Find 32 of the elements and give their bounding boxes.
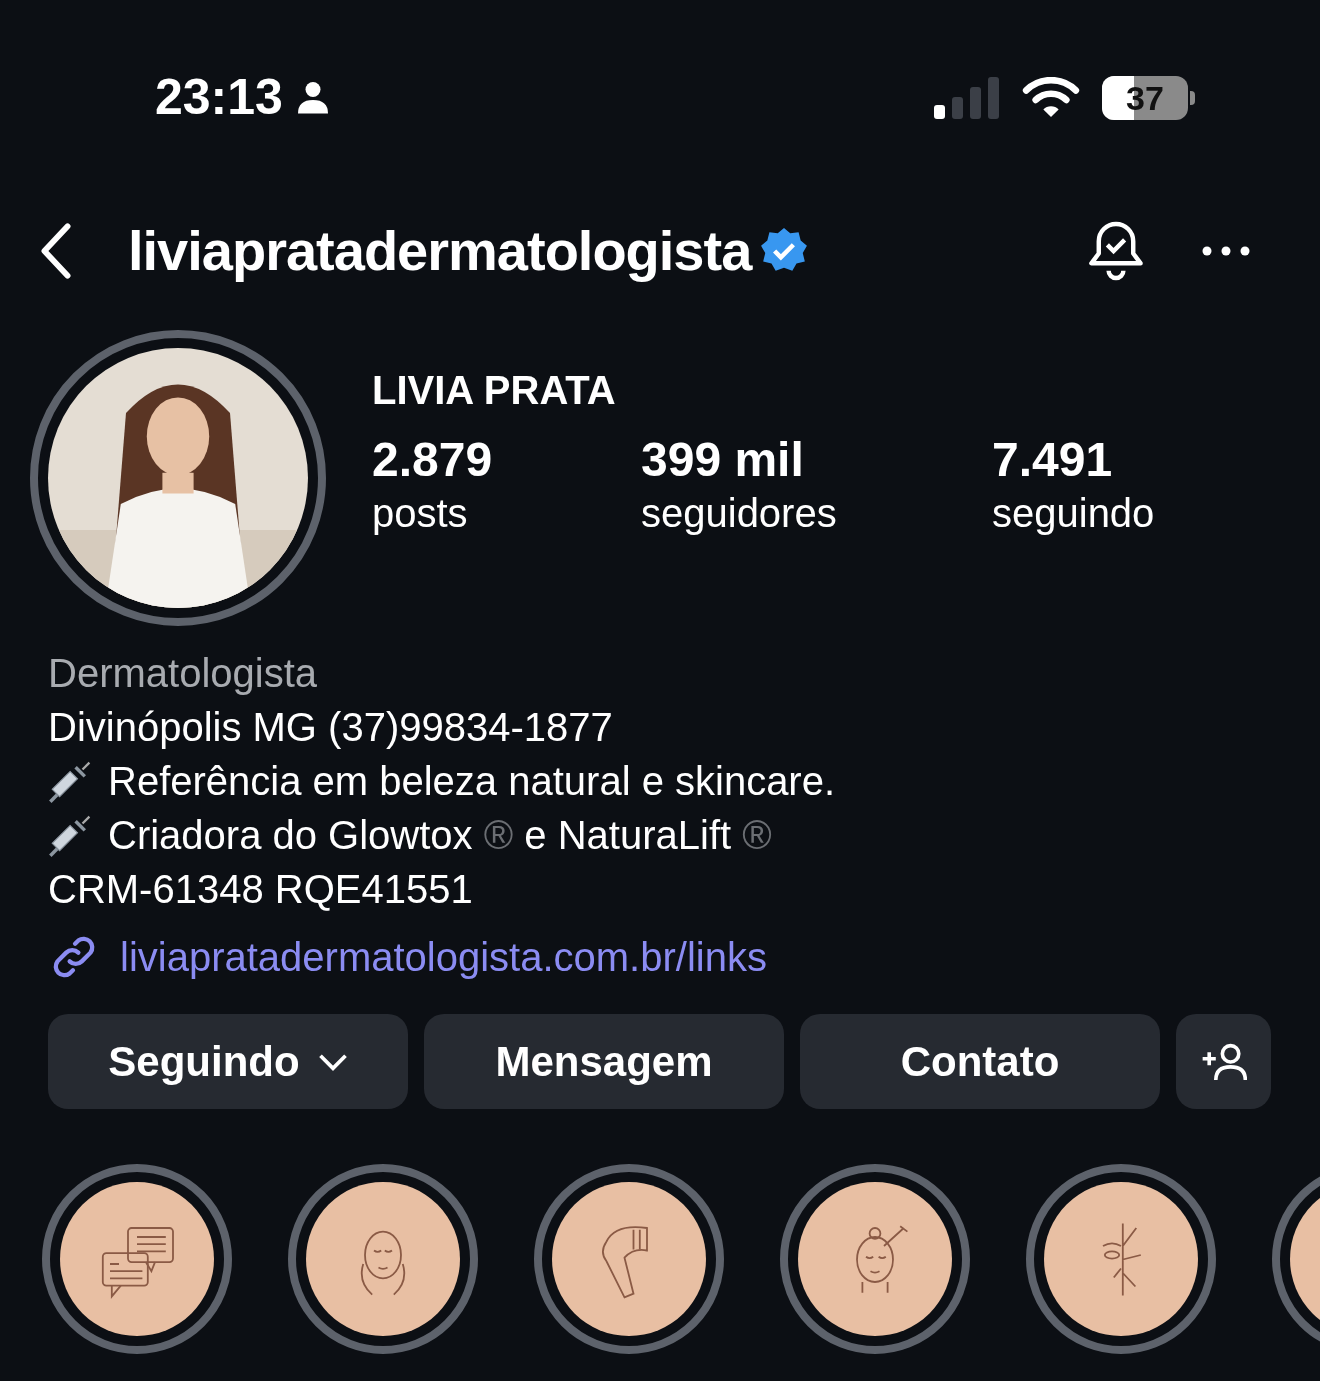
stat-label: posts bbox=[372, 490, 469, 537]
story-highlight[interactable] bbox=[534, 1164, 724, 1354]
profile-action-button[interactable]: Mensagem bbox=[424, 1014, 784, 1109]
profile-username: liviapratadermatologista bbox=[128, 218, 752, 284]
story-highlight[interactable] bbox=[288, 1164, 478, 1354]
add-person-icon bbox=[1200, 1041, 1247, 1082]
chevron-down-icon bbox=[317, 1052, 348, 1071]
suggest-people-button[interactable] bbox=[1176, 1014, 1271, 1109]
profile-avatar[interactable] bbox=[30, 330, 326, 626]
story-highlight[interactable] bbox=[780, 1164, 970, 1354]
notification-bell-icon[interactable] bbox=[1086, 219, 1146, 283]
stat-value: 7.491 bbox=[992, 432, 1114, 488]
story-highlight[interactable] bbox=[42, 1164, 232, 1354]
website-link[interactable]: liviapratadermatologista.com.br/links bbox=[120, 930, 767, 984]
stat-value: 2.879 bbox=[372, 432, 494, 488]
back-icon[interactable] bbox=[38, 222, 74, 280]
following-dropdown-button[interactable]: Seguindo bbox=[48, 1014, 408, 1109]
bio-line: Criadora do Glowtox ® e NaturaLift ® bbox=[108, 812, 772, 859]
bio-line: CRM-61348 RQE41551 bbox=[48, 866, 473, 913]
story-highlight[interactable] bbox=[1026, 1164, 1216, 1354]
more-options-icon[interactable] bbox=[1202, 246, 1250, 256]
signal-icon bbox=[934, 77, 1000, 119]
wifi-icon bbox=[1022, 77, 1080, 119]
profile-category: Dermatologista bbox=[48, 650, 318, 697]
status-time: 23:13 bbox=[155, 67, 283, 127]
bio-line: Divinópolis MG (37)99834-1877 bbox=[48, 704, 613, 751]
profile-action-button[interactable]: Contato bbox=[800, 1014, 1160, 1109]
bio-line: Referência em beleza natural e skincare. bbox=[108, 758, 836, 805]
profile-name: LIVIA PRATA bbox=[372, 367, 617, 414]
stat-label: seguidores bbox=[641, 490, 838, 537]
stat-value: 399 mil bbox=[641, 432, 805, 488]
stat-label: seguindo bbox=[992, 490, 1156, 537]
